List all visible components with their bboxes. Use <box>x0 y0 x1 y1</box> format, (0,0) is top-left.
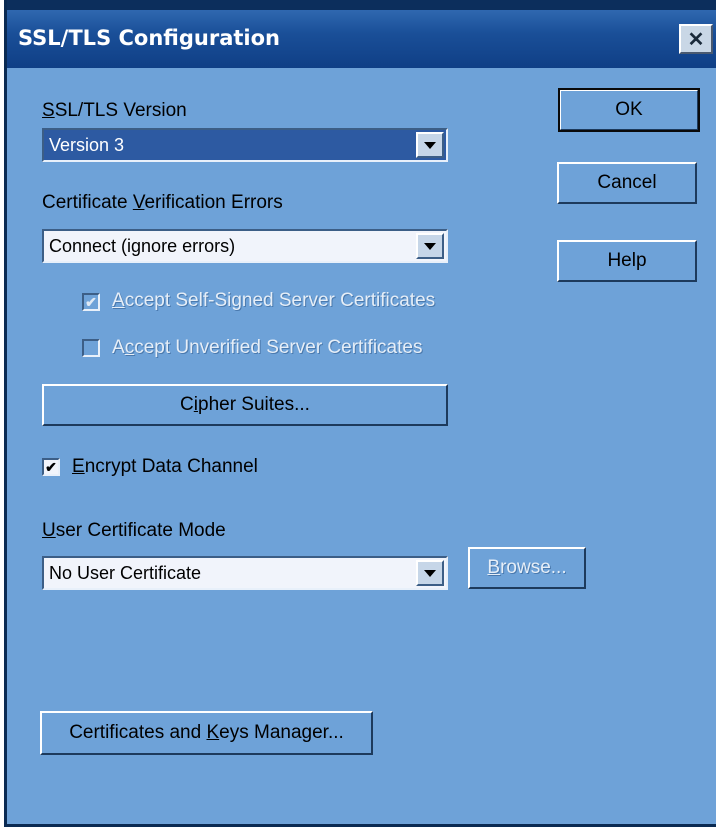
cancel-button[interactable]: Cancel <box>557 162 697 204</box>
title-bar: SSL/TLS Configuration ✕ <box>7 0 716 68</box>
help-label: Help <box>607 250 647 271</box>
unverified-label: Accept Unverified Server Certificates <box>112 337 423 358</box>
ssl-version-label: SSL/TLS Version <box>42 100 187 121</box>
cert-keys-manager-button[interactable]: Certificates and Keys Manager... <box>40 711 373 755</box>
ok-button[interactable]: OK <box>558 88 700 132</box>
cert-errors-value: Connect (ignore errors) <box>49 236 236 256</box>
window-title: SSL/TLS Configuration <box>18 26 280 50</box>
self-signed-checkbox[interactable]: ✔ <box>82 293 100 311</box>
encrypt-data-checkbox[interactable]: ✔ <box>42 458 60 476</box>
encrypt-data-label: Encrypt Data Channel <box>72 456 258 477</box>
unverified-checkbox[interactable] <box>82 339 100 357</box>
chevron-down-icon[interactable] <box>416 560 444 586</box>
self-signed-label: Accept Self-Signed Server Certificates <box>112 290 436 311</box>
ssl-tls-config-dialog: SSL/TLS Configuration ✕ SSL/TLS Version … <box>4 0 716 827</box>
chevron-down-icon[interactable] <box>416 132 444 158</box>
cipher-suites-button[interactable]: Cipher Suites... <box>42 384 448 426</box>
cancel-label: Cancel <box>597 172 657 193</box>
close-icon: ✕ <box>687 28 705 51</box>
user-cert-mode-value: No User Certificate <box>49 563 202 583</box>
help-button[interactable]: Help <box>557 240 697 282</box>
cert-errors-select[interactable]: Connect (ignore errors) <box>42 229 448 263</box>
browse-button[interactable]: Browse... <box>468 547 586 589</box>
cipher-suites-label: Cipher Suites... <box>180 394 310 415</box>
chevron-down-icon[interactable] <box>416 233 444 259</box>
user-cert-mode-label: User Certificate Mode <box>42 520 226 541</box>
ssl-version-select[interactable]: Version 3 <box>42 128 448 162</box>
user-cert-mode-select[interactable]: No User Certificate <box>42 556 448 590</box>
close-button[interactable]: ✕ <box>679 24 713 54</box>
ssl-version-value: Version 3 <box>49 135 125 155</box>
cert-errors-label: Certificate Verification Errors <box>42 192 283 213</box>
browse-label: Browse... <box>487 557 567 578</box>
ok-label: OK <box>615 99 643 120</box>
cert-keys-manager-label: Certificates and Keys Manager... <box>69 722 344 743</box>
